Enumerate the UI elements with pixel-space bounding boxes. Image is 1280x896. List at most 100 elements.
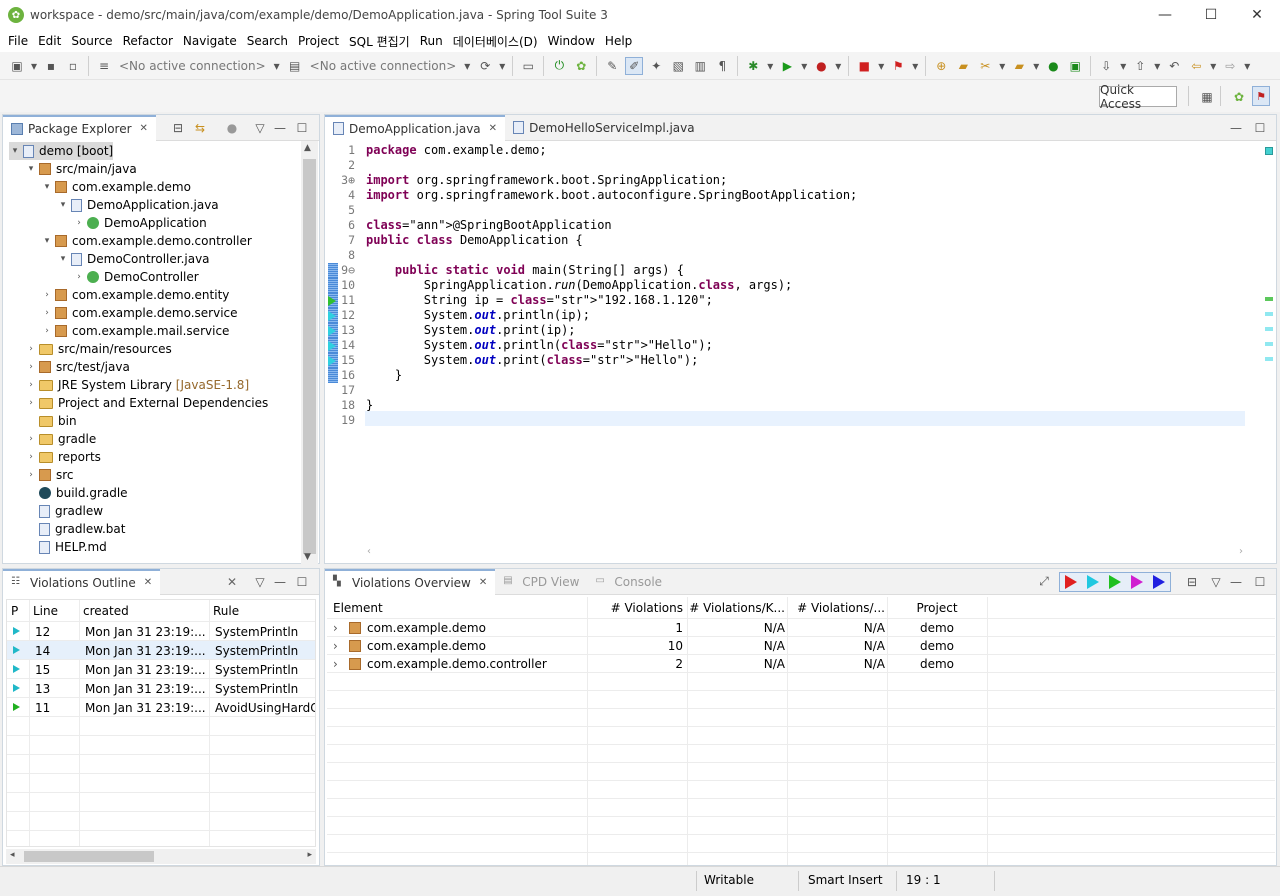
chevron-down-icon[interactable]: ▾ — [41, 236, 53, 246]
highlight-icon[interactable]: ✐ — [625, 56, 644, 75]
menu-item[interactable]: 데이터베이스(D) — [449, 33, 542, 50]
tree-item[interactable]: › com.example.mail.service — [41, 322, 229, 340]
tree-item[interactable]: ▾ demo [boot] — [9, 142, 114, 160]
view-menu-icon[interactable]: ▽ — [251, 119, 269, 137]
green-ball-icon[interactable]: ● — [1044, 57, 1062, 75]
prev-annotation-icon[interactable]: ⇧ — [1131, 57, 1149, 75]
close-tab-icon[interactable]: ✕ — [140, 123, 148, 134]
last-edit-icon[interactable]: ↶ — [1165, 57, 1183, 75]
maximize-view-icon[interactable]: ☐ — [1251, 573, 1269, 591]
chevron-down-icon[interactable]: ▾ — [57, 254, 69, 264]
view-menu-icon[interactable]: ▽ — [1207, 573, 1225, 591]
tree-item[interactable]: › src/main/resources — [25, 340, 172, 358]
outline-hscrollbar[interactable]: ◂ ▸ — [6, 849, 316, 864]
chevron-right-icon[interactable]: › — [333, 621, 338, 635]
priority-5-icon[interactable] — [1153, 575, 1165, 589]
column-header[interactable]: # Violations/K... — [689, 601, 785, 615]
priority-2-icon[interactable] — [1087, 575, 1099, 589]
table-row[interactable]: › com.example.demo 10 N/A N/A demo — [327, 637, 1275, 655]
open-perspective-icon[interactable]: ▦ — [1198, 88, 1216, 106]
priority-1-icon[interactable] — [1065, 575, 1077, 589]
table-row[interactable]: 12 Mon Jan 31 23:19:... SystemPrintln — [7, 622, 315, 641]
priority-3-icon[interactable] — [1109, 575, 1121, 589]
tab-cpd-view[interactable]: ▤ CPD View — [495, 569, 587, 595]
pilcrow-icon[interactable]: ¶ — [713, 57, 731, 75]
tab-demo-application[interactable]: DemoApplication.java ✕ — [325, 114, 506, 141]
column-header[interactable]: Rule — [213, 604, 239, 618]
spring-icon[interactable]: ✿ — [572, 57, 590, 75]
code-line[interactable]: public static void main(String[] args) { — [366, 263, 684, 278]
chevron-right-icon[interactable]: › — [25, 434, 37, 444]
menu-item[interactable]: Project — [294, 34, 343, 48]
focus-icon[interactable]: ● — [223, 119, 241, 137]
chevron-right-icon[interactable]: › — [25, 470, 37, 480]
forward-icon[interactable]: ⇨ — [1221, 57, 1239, 75]
menu-item[interactable]: Edit — [34, 34, 65, 48]
chevron-right-icon[interactable]: › — [25, 380, 37, 390]
connection-combo[interactable]: <No active connection> — [115, 56, 270, 76]
close-tab-icon[interactable]: ✕ — [144, 577, 152, 588]
priority-4-icon[interactable] — [1131, 575, 1143, 589]
tree-item[interactable]: › JRE System Library [JavaSE-1.8] — [25, 376, 249, 394]
tree-item[interactable]: ▾ DemoApplication.java — [57, 196, 219, 214]
table-row[interactable]: 11 Mon Jan 31 23:19:... AvoidUsingHardCo — [7, 698, 315, 717]
chevron-right-icon[interactable]: › — [25, 452, 37, 462]
boot-dashboard-icon[interactable]: ⏻ — [550, 57, 568, 75]
tree-item[interactable]: bin — [25, 412, 77, 430]
save-all-icon[interactable]: ▫ — [64, 57, 82, 75]
mark-icon[interactable]: ✦ — [647, 57, 665, 75]
chevron-right-icon[interactable]: › — [41, 308, 53, 318]
code-line[interactable]: package com.example.demo; — [366, 143, 547, 158]
tree-item[interactable]: build.gradle — [25, 484, 128, 502]
back-icon[interactable]: ⇦ — [1187, 57, 1205, 75]
chevron-down-icon[interactable]: ▾ — [57, 200, 69, 210]
overview-ruler[interactable] — [1247, 141, 1277, 545]
code-line[interactable]: String ip = class="str">"192.168.1.120"; — [366, 293, 713, 308]
table-row[interactable]: 13 Mon Jan 31 23:19:... SystemPrintln — [7, 679, 315, 698]
tree-item[interactable]: › com.example.demo.service — [41, 304, 237, 322]
menu-item[interactable]: Search — [243, 34, 292, 48]
menu-item[interactable]: SQL 편집기 — [345, 33, 414, 50]
tree-scrollbar[interactable]: ▲ ▼ — [301, 141, 318, 564]
tree-item[interactable]: › Project and External Dependencies — [25, 394, 268, 412]
tree-item[interactable]: › src — [25, 466, 73, 484]
column-header[interactable]: # Violations/... — [789, 601, 885, 615]
tree-item[interactable]: HELP.md — [25, 538, 107, 556]
violation-marker-icon[interactable] — [328, 311, 336, 321]
tree-item[interactable]: ▾ src/main/java — [25, 160, 137, 178]
code-line[interactable]: System.out.print(ip); — [366, 323, 576, 338]
minimize-view-icon[interactable]: — — [1227, 573, 1245, 591]
tab-violations-overview[interactable]: ▚ Violations Overview ✕ — [325, 568, 496, 595]
open-type-icon[interactable]: ⊕ — [932, 57, 950, 75]
menu-item[interactable]: Navigate — [179, 34, 241, 48]
link-editor-icon[interactable]: ⇆ — [191, 119, 209, 137]
relaunch-icon[interactable]: ⚑ — [889, 57, 907, 75]
new-icon[interactable]: ▣ — [8, 57, 26, 75]
code-line[interactable]: System.out.println(class="str">"Hello"); — [366, 338, 713, 353]
tree-item[interactable]: ▾ DemoController.java — [57, 250, 210, 268]
tree-item[interactable]: ▾ com.example.demo.controller — [41, 232, 252, 250]
menu-item[interactable]: Refactor — [119, 34, 177, 48]
chevron-right-icon[interactable]: › — [73, 272, 85, 282]
tree-item[interactable]: ▾ com.example.demo — [41, 178, 191, 196]
minimize-view-icon[interactable]: — — [271, 573, 289, 591]
chevron-right-icon[interactable]: › — [25, 344, 37, 354]
collapse-all-icon[interactable]: ⊟ — [1183, 573, 1201, 591]
table-row[interactable]: › com.example.demo.controller 2 N/A N/A demo — [327, 655, 1275, 673]
run-icon[interactable]: ▶ — [778, 57, 796, 75]
java-perspective-icon[interactable]: ⚑ — [1252, 86, 1270, 106]
tree-item[interactable]: › reports — [25, 448, 101, 466]
close-window-button[interactable]: ✕ — [1234, 0, 1280, 30]
page-icon[interactable]: ▥ — [691, 57, 709, 75]
maximize-view-icon[interactable]: ☐ — [1251, 119, 1269, 137]
maximize-view-icon[interactable]: ☐ — [293, 119, 311, 137]
close-tab-icon[interactable]: ✕ — [479, 577, 487, 588]
maximize-view-icon[interactable]: ☐ — [293, 573, 311, 591]
green-square-icon[interactable]: ▣ — [1066, 57, 1084, 75]
doc-icon[interactable]: ▧ — [669, 57, 687, 75]
tool-icon[interactable]: ✂ — [976, 57, 994, 75]
chevron-down-icon[interactable]: ▾ — [25, 164, 37, 174]
tree-item[interactable]: › DemoController — [73, 268, 199, 286]
chevron-right-icon[interactable]: › — [25, 362, 37, 372]
code-editor[interactable]: 1 package com.example.demo; 2 3⊕ import org.… — [325, 141, 1245, 545]
